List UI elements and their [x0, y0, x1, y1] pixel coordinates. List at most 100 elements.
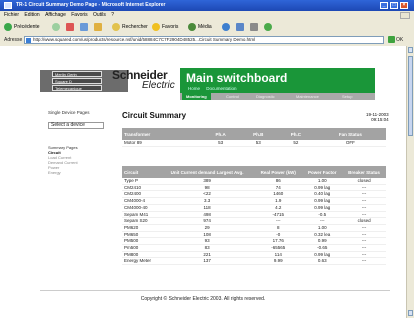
sidebar-heading: Single Device Pages [48, 110, 90, 115]
nav-documentation-link[interactable]: Documentation [206, 86, 236, 91]
table-cell: 74 [254, 184, 303, 192]
transformer_table-header-1: Ph.A [201, 128, 240, 140]
table-cell: PM500 [122, 237, 160, 246]
back-button[interactable]: Précédente [4, 22, 40, 32]
favorites-button[interactable]: Favoris [152, 22, 178, 32]
table-cell: 118 [159, 204, 255, 212]
scroll-up-icon[interactable] [408, 47, 413, 53]
tab-maintenance[interactable]: Maintenance [292, 93, 323, 100]
vertical-scrollbar[interactable] [406, 46, 414, 318]
menu-edit[interactable]: Edition [24, 11, 39, 20]
copyright-footer: Copyright © Schneider Electric 2003. All… [140, 296, 266, 302]
table-cell: 0.99 lag [302, 184, 343, 192]
ie-icon [4, 2, 12, 9]
time-text: 09:15:04 [371, 117, 389, 122]
circuit_table-header-0: Circuit [122, 166, 160, 178]
table-cell: 0.99 lag [302, 251, 343, 259]
table-cell: 0.99 lag [302, 204, 343, 212]
table-cell: 17.76 [254, 237, 303, 246]
brand-link-square-d[interactable]: Square D [52, 78, 102, 84]
table-cell: PM620 [122, 224, 160, 232]
table-row: Pm500 83 -65565 -0.65 --- [122, 244, 386, 252]
table-cell: 137 [159, 257, 255, 266]
search-label: Rechercher [122, 24, 148, 30]
print-button[interactable] [250, 22, 260, 32]
tab-monitoring[interactable]: Monitoring [182, 93, 211, 100]
close-icon[interactable]: × [400, 2, 408, 9]
refresh-button[interactable] [80, 22, 90, 32]
table-cell: 114 [254, 251, 303, 259]
table-cell: 1.9 [254, 197, 303, 205]
star-icon [152, 22, 160, 31]
transformer_table-header-3: Ph.C [277, 128, 315, 140]
table-row: CM4000-40 118 4.2 0.99 lag --- [122, 204, 386, 212]
menu-view[interactable]: Affichage [45, 11, 66, 20]
menu-file[interactable]: Fichier [4, 11, 19, 20]
table-cell: 0.32 lea [302, 231, 343, 239]
table-cell: 0.63 [302, 257, 343, 266]
window-titlebar: TR-1 Circuit Summary Demo Page - Microso… [0, 0, 414, 11]
scroll-thumb[interactable] [408, 56, 413, 136]
forward-button[interactable] [52, 22, 62, 32]
transformer_table-header-4: Fan Status [314, 128, 386, 140]
media-button[interactable]: Média [188, 22, 212, 32]
transformer_table-header-2: Ph.B [239, 128, 278, 140]
sidebar: Single Device Pages [48, 110, 118, 115]
transformer_table-header-0: Transformer [122, 128, 202, 140]
table-cell: PM800 [122, 251, 160, 259]
table-row: CM4000-4 3.3 1.9 0.99 lag --- [122, 197, 386, 205]
table-cell: --- [342, 190, 386, 199]
favorites-label: Favoris [162, 24, 179, 30]
menu-tools[interactable]: Outils [93, 11, 106, 20]
table-cell: 53 [201, 140, 240, 147]
table-cell: 4.2 [254, 204, 303, 212]
table-cell: 0.99 [302, 237, 343, 246]
go-arrow-icon [388, 36, 395, 44]
device-select[interactable]: Select a device [48, 122, 104, 129]
brand-link-merlin-gerin[interactable]: Merlin Gerin [52, 71, 102, 77]
table-cell: -65565 [254, 244, 303, 252]
table-cell: -0.5 [302, 211, 343, 219]
table-cell: 8 [254, 224, 303, 232]
tab-diagnostic[interactable]: Diagnostic [252, 93, 279, 100]
address-url: http://www.squared.com/us/products/resou… [33, 37, 256, 42]
schneider-logo: Schneider Electric [112, 68, 175, 96]
table-cell: PM650 [122, 231, 160, 239]
media-label: Média [198, 24, 212, 30]
menu-help[interactable]: ? [111, 11, 114, 20]
scroll-down-icon[interactable] [408, 310, 413, 316]
minimize-icon[interactable]: _ [380, 2, 388, 9]
mail-button[interactable] [236, 22, 246, 32]
table-cell: 108 [159, 231, 255, 239]
circuit_table-header-1: Unit Current demand Largest Avg. [159, 166, 255, 178]
table-cell: <22 [159, 190, 255, 199]
tab-setup[interactable]: Setup [338, 93, 356, 100]
timestamp: 19-11-2003 09:15:04 [366, 112, 389, 122]
brand-link-telemecanique[interactable]: Telemecanique [52, 85, 102, 91]
forward-arrow-icon [52, 22, 60, 31]
nav-home-link[interactable]: Home [188, 86, 200, 91]
stop-button[interactable] [66, 22, 76, 32]
menu-favorites[interactable]: Favoris [71, 11, 87, 20]
window-title: TR-1 Circuit Summary Demo Page - Microso… [16, 2, 166, 8]
page-icon [26, 38, 31, 43]
table-cell: 1.00 [302, 224, 343, 232]
go-button[interactable]: OK [388, 36, 403, 44]
table-cell: 9.99 [254, 257, 303, 266]
table-cell: 0.99 lag [302, 197, 343, 205]
messenger-button[interactable] [264, 22, 274, 32]
home-button[interactable] [94, 22, 104, 32]
address-input[interactable]: http://www.squared.com/us/products/resou… [24, 36, 384, 44]
tab-control[interactable]: Control [222, 93, 243, 100]
table-row: Sepam M41 498 -4715 -0.5 --- [122, 211, 386, 219]
page-title: Main switchboard [186, 71, 288, 85]
maximize-icon[interactable]: □ [390, 2, 398, 9]
mail-icon [236, 22, 244, 31]
summary-pages: Summary Pages Circuit Load Current Deman… [48, 145, 108, 175]
table-cell: 52 [277, 140, 315, 147]
table-cell: --- [342, 231, 386, 239]
sidebar-item-energy[interactable]: Energy [48, 170, 108, 175]
history-button[interactable] [222, 22, 232, 32]
table-row: Sepam S20 974 --- --- closed [122, 217, 386, 225]
search-button[interactable]: Rechercher [112, 22, 148, 32]
